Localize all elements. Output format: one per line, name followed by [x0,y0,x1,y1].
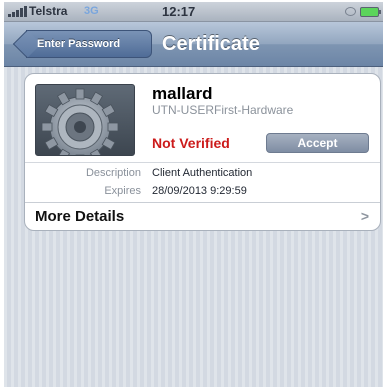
status-clock: 12:17 [162,4,196,19]
battery-icon [360,7,381,17]
status-bar: Telstra 3G 12:17 [4,2,383,22]
chevron-right-icon: > [360,208,369,224]
more-details-label: More Details [35,208,125,225]
alarm-icon [345,7,356,16]
description-label: Description [85,167,141,179]
back-button[interactable]: Enter Password [26,30,152,58]
divider [25,162,380,163]
expires-label: Expires [104,185,141,197]
screen: Telstra 3G 12:17 Enter Password Certific… [4,2,383,387]
carrier-name: Telstra [29,4,68,18]
accept-button[interactable]: Accept [266,133,369,153]
more-details-row[interactable]: More Details > [25,203,380,230]
gear-icon [35,84,135,156]
certificate-name: mallard [152,84,213,103]
page-title: Certificate [162,33,260,55]
navigation-bar: Enter Password Certificate [4,22,383,67]
back-button-label: Enter Password [37,38,121,50]
expires-value: 28/09/2013 9:29:59 [152,185,247,197]
certificate-card: mallard UTN-USERFirst-Hardware Not Verif… [24,73,381,231]
description-value: Client Authentication [152,167,253,179]
signal-bars-icon [8,6,27,17]
verification-status: Not Verified [152,135,230,151]
certificate-issuer: UTN-USERFirst-Hardware [152,103,294,117]
network-type: 3G [84,5,99,17]
